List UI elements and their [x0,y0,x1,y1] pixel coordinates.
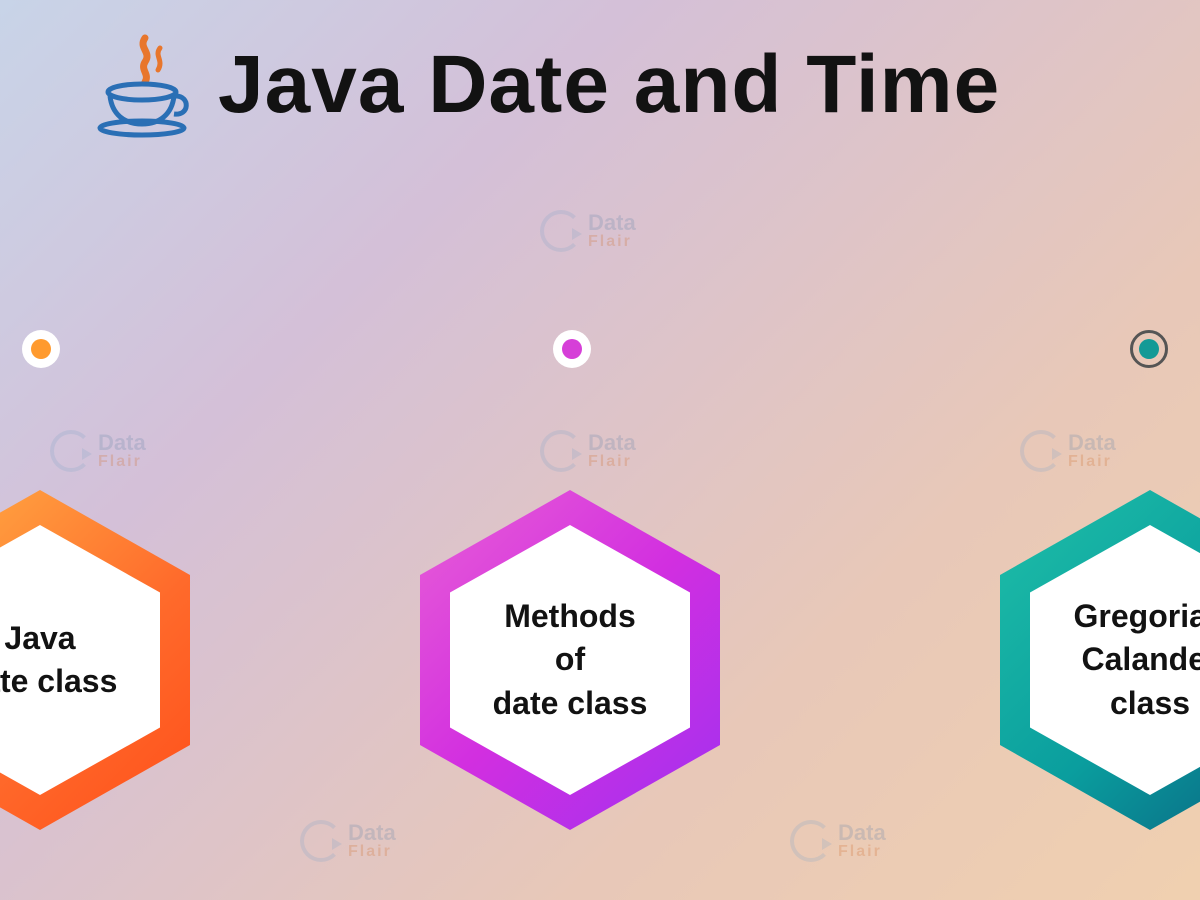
hexagon-methods-of-date-class: Methods of date class [420,490,720,830]
page-title: Java Date and Time [218,38,1000,132]
hexagon-java-date-class: Java date class [0,490,190,830]
watermark: Data Flair [540,210,636,252]
bullet-dot-magenta [553,330,591,368]
header: Java Date and Time [0,0,1200,140]
bullet-dot-teal [1130,330,1168,368]
bullet-dot-orange [22,330,60,368]
hexagon-label: Methods of date class [493,595,648,725]
hexagon-label: Gregorian Calander class [1074,595,1200,725]
dot-ring [1130,330,1168,368]
watermark: Data Flair [50,430,146,472]
java-logo-icon [90,30,200,140]
dot-inner [1139,339,1159,359]
dot-inner [562,339,582,359]
hexagon-label: Java date class [0,617,117,703]
watermark: Data Flair [540,430,636,472]
watermark: Data Flair [1020,430,1116,472]
hexagon-row: Java date class Methods of date class Gr… [0,490,1200,830]
dot-inner [31,339,51,359]
hexagon-gregorian-calendar-class: Gregorian Calander class [1000,490,1200,830]
